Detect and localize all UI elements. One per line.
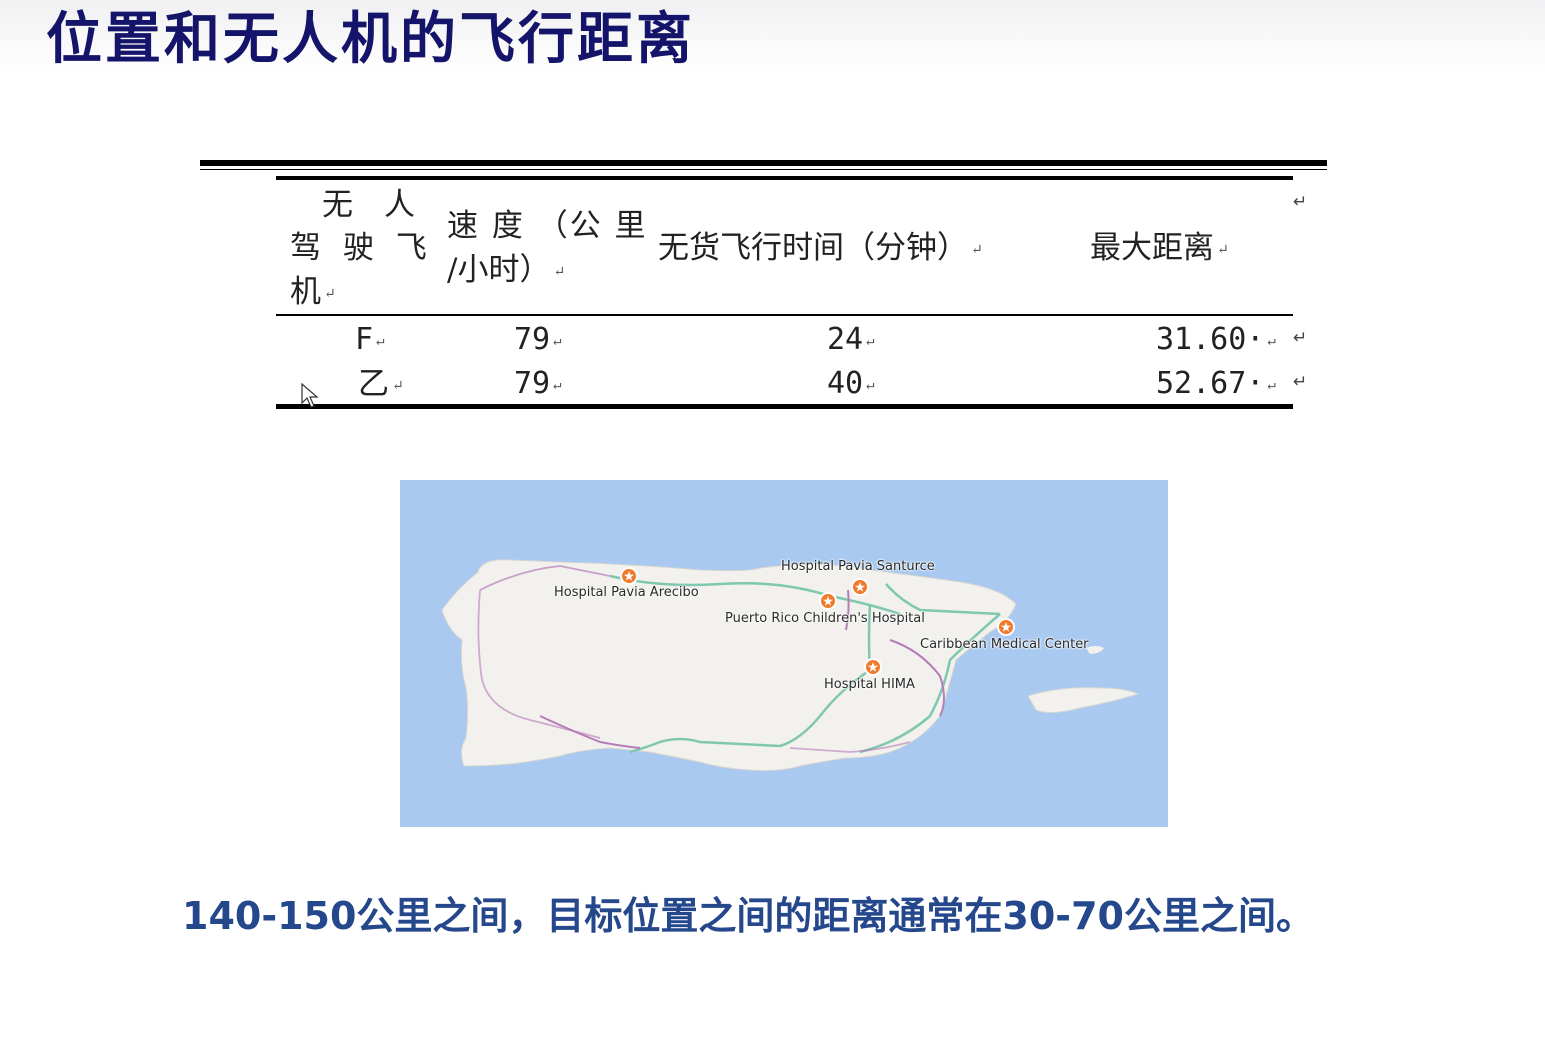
hospital-label-childrens: Puerto Rico Children's Hospital: [725, 611, 925, 626]
table-border-top-thin: [200, 169, 1327, 170]
row1-drone: F ↵: [355, 322, 385, 357]
row-end-mark: ↵: [1293, 328, 1308, 348]
hospital-marker-icon[interactable]: [851, 578, 869, 596]
slide-title: 位置和无人机的飞行距离: [46, 7, 695, 72]
drone-range-table: 无 人 驾 驶 飞 机 ↵ 速 度 （公 里 /小时） ↵ 无货飞行时间（分钟） ↵ …: [200, 158, 1327, 420]
hospital-label-caribbean: Caribbean Medical Center: [920, 637, 1089, 652]
row1-flight-time: 24 ↵: [827, 322, 875, 357]
header-speed-line2: /小时） ↵: [447, 252, 566, 288]
map-canvas: [441, 559, 1140, 771]
header-drone-line3: 机 ↵: [290, 274, 336, 310]
row2-speed: 79 ↵: [514, 366, 562, 401]
table-rule-top: [276, 176, 1293, 180]
island-vieques: [1027, 687, 1140, 714]
slide-caption: 140-150公里之间，目标位置之间的距离通常在30-70公里之间。: [182, 894, 1314, 938]
hospital-marker-icon[interactable]: [819, 592, 837, 610]
row1-max-distance: 31.60· ↵: [1156, 322, 1276, 357]
header-drone-line1: 无 人: [322, 187, 415, 223]
header-speed-line1: 速 度 （公 里: [447, 208, 648, 244]
table-border-top: [200, 160, 1327, 166]
row-end-mark: ↵: [1293, 192, 1308, 212]
row-end-mark: ↵: [1293, 372, 1308, 392]
hospital-label-arecibo: Hospital Pavia Arecibo: [554, 585, 699, 600]
row1-speed: 79 ↵: [514, 322, 562, 357]
header-max-distance: 最大距离 ↵: [1090, 230, 1229, 266]
hospital-marker-icon[interactable]: [864, 658, 882, 676]
row2-drone: 乙 ↵: [358, 366, 404, 402]
hospital-label-hima: Hospital HIMA: [824, 677, 915, 692]
hospital-marker-icon[interactable]: [620, 567, 638, 585]
mouse-pointer-icon: [301, 383, 319, 408]
puerto-rico-hospital-map: Hospital Pavia Arecibo Hospital Pavia Sa…: [400, 480, 1168, 827]
row2-flight-time: 40 ↵: [827, 366, 875, 401]
header-drone-line2: 驾 驶 飞: [290, 230, 433, 266]
table-rule-bottom: [276, 404, 1293, 409]
header-flight-time: 无货飞行时间（分钟） ↵: [658, 230, 983, 266]
hospital-marker-icon[interactable]: [997, 618, 1015, 636]
hospital-label-santurce: Hospital Pavia Santurce: [781, 559, 935, 574]
table-rule-header: [276, 314, 1293, 316]
row2-max-distance: 52.67· ↵: [1156, 366, 1276, 401]
